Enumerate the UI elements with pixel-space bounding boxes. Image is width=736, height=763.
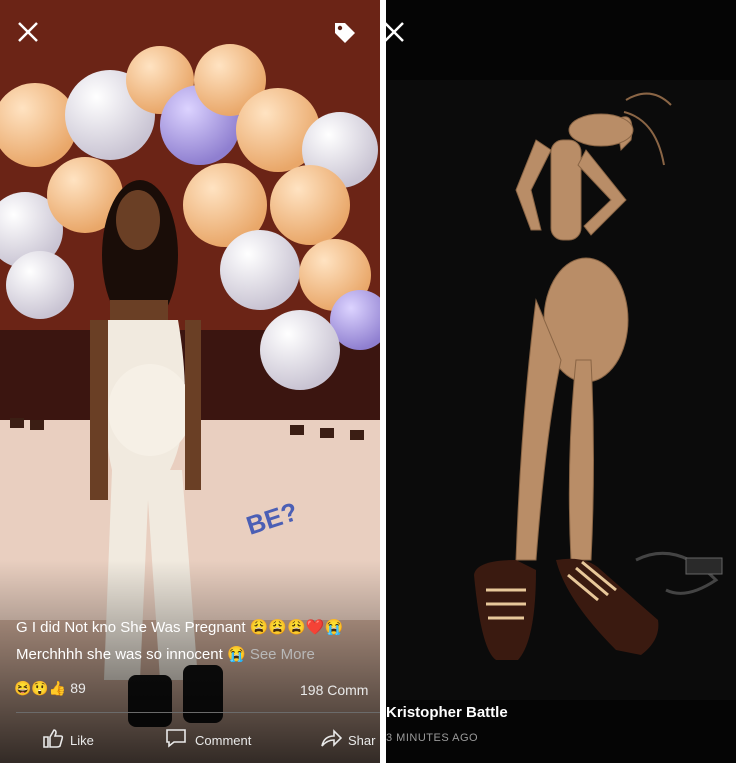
caption-text: Merchhhh she was so innocent 😭 (16, 646, 246, 663)
see-more-link[interactable]: See More (250, 646, 315, 663)
tag-icon[interactable] (332, 20, 358, 46)
reaction-count: 89 (70, 680, 86, 696)
like-label: Like (70, 733, 94, 748)
comments-count[interactable]: 198 Comm (300, 682, 368, 698)
close-icon[interactable] (16, 20, 40, 44)
post-caption-line1: G I did Not kno She Was Pregnant 😩😩😩❤️😭 (16, 619, 344, 636)
comment-button[interactable]: Comment (165, 728, 251, 753)
reaction-icons: 😆😲👍 (14, 680, 67, 696)
comment-icon (165, 728, 187, 753)
right-photo-viewer: Kristopher Battle 3 MINUTES AGO (386, 0, 736, 763)
comment-label: Comment (195, 733, 252, 748)
post-caption-line2: Merchhhh she was so innocent 😭 See More (16, 645, 315, 663)
share-button[interactable]: Shar (320, 728, 375, 753)
post-timestamp: 3 MINUTES AGO (386, 732, 479, 744)
share-label: Shar (348, 733, 376, 748)
right-photo (386, 0, 736, 763)
left-photo-viewer: BE? G I did Not kno She Was Pregnant 😩😩😩… (0, 0, 380, 763)
reaction-summary[interactable]: 😆😲👍 89 (14, 680, 86, 697)
like-button[interactable]: Like (42, 728, 94, 753)
share-icon (320, 728, 343, 753)
divider-line (16, 712, 380, 713)
post-author[interactable]: Kristopher Battle (386, 704, 508, 721)
close-icon[interactable] (386, 20, 406, 44)
like-icon (42, 728, 64, 753)
